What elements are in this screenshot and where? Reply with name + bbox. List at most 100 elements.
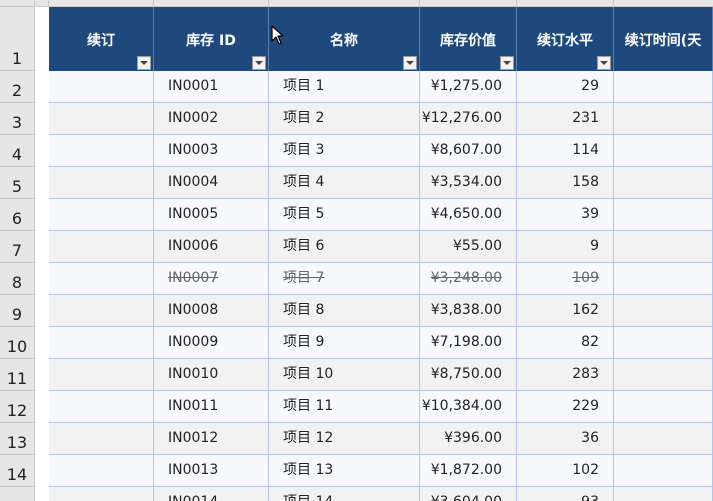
- table-cell[interactable]: 109: [517, 263, 614, 294]
- table-cell[interactable]: [614, 359, 713, 390]
- row-header[interactable]: 12: [0, 391, 34, 423]
- table-cell[interactable]: ¥396.00: [420, 423, 517, 454]
- row-header[interactable]: 7: [0, 231, 34, 263]
- table-row[interactable]: IN0004 项目 4 ¥3,534.00 158: [49, 167, 713, 199]
- table-row[interactable]: IN0014 项目 14 ¥3,604.00 93: [49, 487, 713, 501]
- table-row[interactable]: IN0008 项目 8 ¥3,838.00 162: [49, 295, 713, 327]
- filter-dropdown-icon[interactable]: [137, 56, 151, 70]
- table-cell[interactable]: 283: [517, 359, 614, 390]
- table-cell[interactable]: 项目 2: [269, 103, 420, 134]
- table-cell[interactable]: ¥3,248.00: [420, 263, 517, 294]
- table-cell[interactable]: [49, 199, 154, 230]
- table-row[interactable]: IN0005 项目 5 ¥4,650.00 39: [49, 199, 713, 231]
- row-header[interactable]: 14: [0, 455, 34, 487]
- select-all-corner[interactable]: [0, 0, 34, 6]
- table-cell[interactable]: [614, 199, 713, 230]
- row-header[interactable]: 9: [0, 295, 34, 327]
- cell-grid[interactable]: 续订 库存 ID 名称 库存价值 续订水平 续订时间(天 IN0001 项目 1 ¥1,275…: [35, 7, 713, 501]
- table-cell[interactable]: 项目 3: [269, 135, 420, 166]
- table-cell[interactable]: ¥8,750.00: [420, 359, 517, 390]
- row-header[interactable]: 3: [0, 103, 34, 135]
- table-cell[interactable]: [49, 263, 154, 294]
- table-cell[interactable]: 项目 7: [269, 263, 420, 294]
- table-row[interactable]: IN0007 项目 7 ¥3,248.00 109: [49, 263, 713, 295]
- table-cell[interactable]: [49, 359, 154, 390]
- table-cell[interactable]: [614, 455, 713, 486]
- table-cell[interactable]: ¥12,276.00: [420, 103, 517, 134]
- table-cell[interactable]: 231: [517, 103, 614, 134]
- row-header[interactable]: 10: [0, 327, 34, 359]
- column-header[interactable]: 续订: [49, 7, 154, 71]
- table-cell[interactable]: 102: [517, 455, 614, 486]
- table-cell[interactable]: IN0007: [154, 263, 269, 294]
- row-header[interactable]: 5: [0, 167, 34, 199]
- table-cell[interactable]: [49, 455, 154, 486]
- table-cell[interactable]: IN0011: [154, 391, 269, 422]
- table-cell[interactable]: [49, 167, 154, 198]
- table-cell[interactable]: 项目 5: [269, 199, 420, 230]
- table-cell[interactable]: ¥55.00: [420, 231, 517, 262]
- table-row[interactable]: IN0010 项目 10 ¥8,750.00 283: [49, 359, 713, 391]
- table-cell[interactable]: IN0012: [154, 423, 269, 454]
- table-cell[interactable]: [614, 263, 713, 294]
- column-header[interactable]: 续订时间(天: [614, 7, 713, 71]
- table-cell[interactable]: 项目 1: [269, 71, 420, 102]
- table-cell[interactable]: [614, 231, 713, 262]
- table-cell[interactable]: [49, 327, 154, 358]
- table-cell[interactable]: IN0003: [154, 135, 269, 166]
- row-header[interactable]: 4: [0, 135, 34, 167]
- table-cell[interactable]: IN0002: [154, 103, 269, 134]
- table-cell[interactable]: 项目 6: [269, 231, 420, 262]
- column-header[interactable]: 名称: [269, 7, 420, 71]
- table-cell[interactable]: 项目 4: [269, 167, 420, 198]
- table-row[interactable]: IN0013 项目 13 ¥1,872.00 102: [49, 455, 713, 487]
- table-row[interactable]: IN0009 项目 9 ¥7,198.00 82: [49, 327, 713, 359]
- table-cell[interactable]: IN0014: [154, 487, 269, 501]
- table-cell[interactable]: 项目 11: [269, 391, 420, 422]
- table-cell[interactable]: [49, 231, 154, 262]
- row-header[interactable]: 8: [0, 263, 34, 295]
- table-cell[interactable]: [614, 135, 713, 166]
- table-cell[interactable]: ¥3,838.00: [420, 295, 517, 326]
- table-row[interactable]: IN0003 项目 3 ¥8,607.00 114: [49, 135, 713, 167]
- table-row[interactable]: IN0001 项目 1 ¥1,275.00 29: [49, 71, 713, 103]
- table-cell[interactable]: 39: [517, 199, 614, 230]
- table-row[interactable]: IN0011 项目 11 ¥10,384.00 229: [49, 391, 713, 423]
- table-cell[interactable]: [614, 487, 713, 501]
- table-cell[interactable]: [49, 295, 154, 326]
- table-cell[interactable]: [49, 391, 154, 422]
- table-cell[interactable]: 项目 9: [269, 327, 420, 358]
- table-cell[interactable]: 229: [517, 391, 614, 422]
- table-cell[interactable]: 114: [517, 135, 614, 166]
- table-cell[interactable]: 项目 13: [269, 455, 420, 486]
- column-header[interactable]: 库存价值: [420, 7, 517, 71]
- table-cell[interactable]: IN0008: [154, 295, 269, 326]
- table-cell[interactable]: 项目 8: [269, 295, 420, 326]
- table-cell[interactable]: ¥3,534.00: [420, 167, 517, 198]
- table-cell[interactable]: 82: [517, 327, 614, 358]
- table-row[interactable]: IN0006 项目 6 ¥55.00 9: [49, 231, 713, 263]
- row-header[interactable]: 11: [0, 359, 34, 391]
- table-cell[interactable]: ¥1,872.00: [420, 455, 517, 486]
- table-cell[interactable]: ¥7,198.00: [420, 327, 517, 358]
- table-cell[interactable]: IN0010: [154, 359, 269, 390]
- table-cell[interactable]: IN0001: [154, 71, 269, 102]
- table-cell[interactable]: [614, 295, 713, 326]
- table-row[interactable]: IN0002 项目 2 ¥12,276.00 231: [49, 103, 713, 135]
- table-cell[interactable]: 158: [517, 167, 614, 198]
- table-cell[interactable]: 29: [517, 71, 614, 102]
- table-cell[interactable]: 9: [517, 231, 614, 262]
- filter-dropdown-icon[interactable]: [500, 56, 514, 70]
- table-cell[interactable]: [49, 103, 154, 134]
- table-cell[interactable]: [614, 423, 713, 454]
- table-cell[interactable]: 项目 14: [269, 487, 420, 501]
- filter-dropdown-icon[interactable]: [252, 56, 266, 70]
- table-cell[interactable]: IN0009: [154, 327, 269, 358]
- table-row[interactable]: IN0012 项目 12 ¥396.00 36: [49, 423, 713, 455]
- table-cell[interactable]: IN0004: [154, 167, 269, 198]
- table-cell[interactable]: ¥8,607.00: [420, 135, 517, 166]
- row-header[interactable]: 6: [0, 199, 34, 231]
- table-cell[interactable]: IN0006: [154, 231, 269, 262]
- filter-dropdown-icon[interactable]: [597, 56, 611, 70]
- column-header[interactable]: 续订水平: [517, 7, 614, 71]
